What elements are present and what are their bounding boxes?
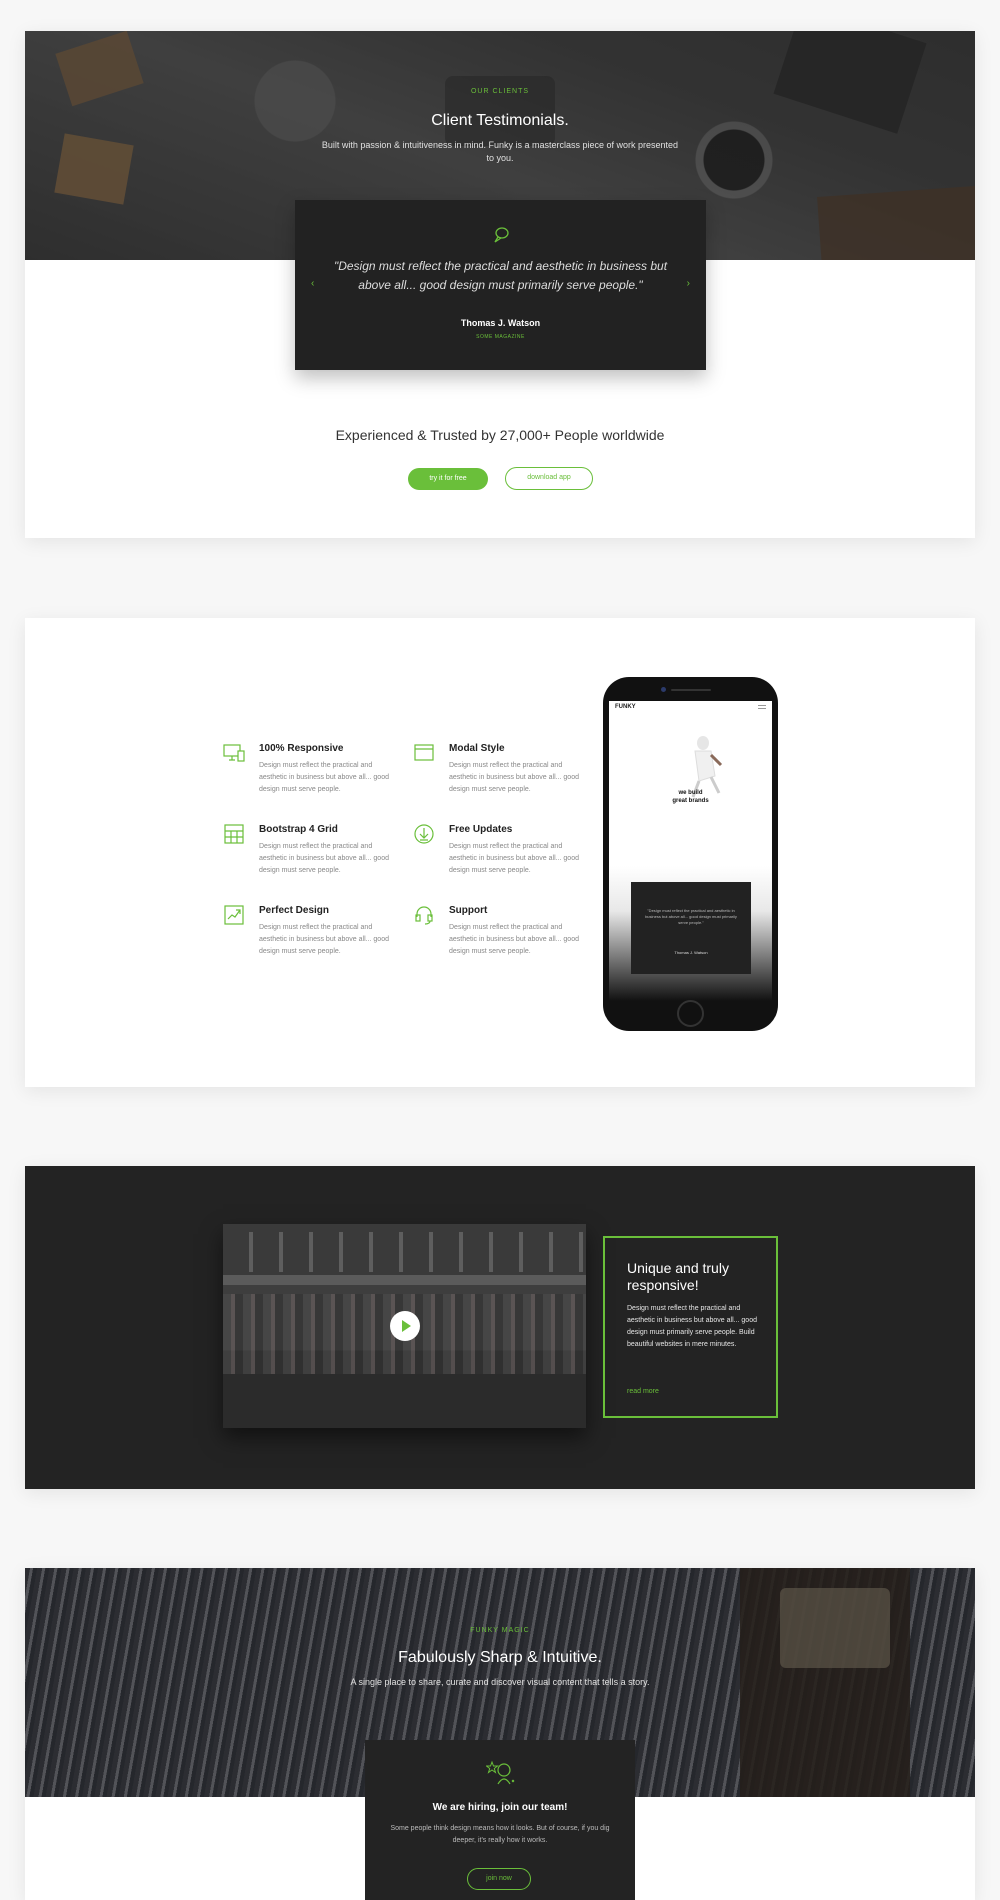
testimonials-eyebrow: OUR CLIENTS [470,88,530,95]
phone-caption: we build great brands [672,790,709,804]
testimonials-title: Client Testimonials. [431,112,569,129]
phone-brand: FUNKY [615,704,636,710]
window-icon [414,744,434,761]
download-app-button[interactable]: download app [505,467,593,490]
hiring-card: We are hiring, join our team! Some peopl… [365,1740,635,1900]
feature-title: Support [449,905,488,916]
try-free-button[interactable]: try it for free [408,468,488,490]
grid-icon [224,824,244,844]
feature-desc: Design must reflect the practical and ae… [259,762,389,793]
hamburger-icon [758,705,766,709]
phone-mockup: FUNKY we build great brands "Design must… [603,677,778,1031]
feature-desc: Design must reflect the practical and ae… [449,762,579,793]
feature-title: Modal Style [449,743,505,754]
features-section: 100% Responsive Design must reflect the … [25,618,975,1087]
feature-title: 100% Responsive [259,743,344,754]
trusted-heading: Experienced & Trusted by 27,000+ People … [335,427,665,443]
hiring-card-title: We are hiring, join our team! [432,1802,568,1813]
chevron-right-icon[interactable]: › [687,278,690,289]
testimonial-author: Thomas J. Watson [460,318,541,328]
feature-title: Perfect Design [259,905,330,916]
feature-desc: Design must reflect the practical and ae… [449,843,579,874]
hiring-eyebrow: FUNKY MAGIC [470,1627,530,1634]
phone-testimonial-card: "Design must reflect the practical and a… [631,882,751,974]
office-video[interactable] [223,1224,586,1428]
hiring-section: FUNKY MAGIC Fabulously Sharp & Intuitive… [25,1568,975,1900]
read-more-link[interactable]: read more [627,1388,659,1395]
testimonials-section: OUR CLIENTS Client Testimonials. Built w… [25,31,975,538]
testimonial-org: SOME MAGAZINE [476,334,525,340]
video-section: Unique and truly responsive! Design must… [25,1166,975,1489]
download-icon [414,824,434,844]
team-star-icon [486,1760,515,1785]
phone-home-button [677,1000,704,1027]
info-desc: Design must reflect the practical and ae… [627,1305,757,1348]
testimonial-card: ‹ › "Design must reflect the practical a… [295,200,706,370]
chevron-left-icon[interactable]: ‹ [311,278,314,289]
responsive-info-box: Unique and truly responsive! Design must… [603,1236,778,1418]
chart-icon [224,905,244,925]
feature-title: Bootstrap 4 Grid [259,824,338,835]
hiring-card-desc: Some people think design means how it lo… [390,1825,610,1844]
testimonials-subtitle: Built with passion & intuitiveness in mi… [321,140,679,163]
play-icon[interactable] [390,1311,420,1341]
hiring-title: Fabulously Sharp & Intuitive. [398,1649,602,1666]
feature-title: Free Updates [449,824,513,835]
headset-icon [415,906,433,925]
monitor-icon [223,744,245,762]
feature-desc: Design must reflect the practical and ae… [449,924,579,955]
testimonial-quote: "Design must reflect the practical and a… [333,259,668,292]
feature-desc: Design must reflect the practical and ae… [259,924,389,955]
phone-mini-author: Thomas J. Watson [674,950,708,955]
feature-desc: Design must reflect the practical and ae… [259,843,389,874]
join-now-button[interactable]: join now [467,1868,531,1890]
phone-screen: FUNKY we build great brands "Design must… [609,701,772,1001]
info-title: Unique and truly responsive! [627,1260,729,1293]
speech-bubble-icon [494,227,509,243]
phone-mini-quote: "Design must reflect the practical and a… [645,908,737,925]
hiring-subtitle: A single place to share, curate and disc… [350,1677,650,1687]
